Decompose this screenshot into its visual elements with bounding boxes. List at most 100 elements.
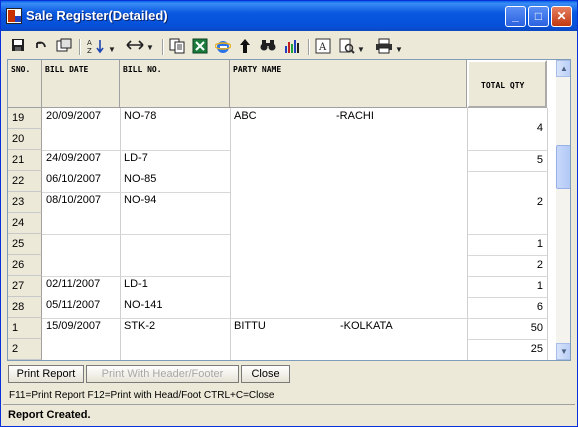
party-city-cell[interactable]: -RACHI xyxy=(336,110,374,122)
row-sno: 25 xyxy=(8,234,42,255)
column-header-sno[interactable]: SNO. xyxy=(8,60,42,108)
row-sno: 28 xyxy=(8,297,42,318)
total-qty-cell[interactable]: 25 xyxy=(467,343,543,355)
row-divider xyxy=(120,234,230,235)
bill-date-cell[interactable]: 06/10/2007 xyxy=(46,173,101,185)
row-sno: 23 xyxy=(8,192,42,213)
bill-no-cell[interactable]: NO-141 xyxy=(124,299,163,311)
row-sno: 22 xyxy=(8,171,42,192)
bill-no-cell[interactable]: LD-7 xyxy=(124,152,148,164)
scroll-up-button[interactable]: ▲ xyxy=(556,60,570,77)
vertical-scrollbar[interactable]: ▲ ▼ xyxy=(556,60,570,360)
row-sno: 20 xyxy=(8,129,42,150)
toolbar-separator xyxy=(308,39,310,55)
row-divider xyxy=(120,192,230,193)
bill-date-cell[interactable]: 08/10/2007 xyxy=(46,194,101,206)
bill-no-cell[interactable]: LD-1 xyxy=(124,278,148,290)
row-divider xyxy=(467,297,547,298)
column-divider xyxy=(547,108,548,360)
binoculars-icon[interactable] xyxy=(259,38,277,56)
bill-date-cell[interactable]: 15/09/2007 xyxy=(46,320,101,332)
svg-text:Z: Z xyxy=(87,47,92,54)
row-sno: 24 xyxy=(8,213,42,234)
total-qty-cell[interactable]: 2 xyxy=(467,196,543,208)
title-bar[interactable]: Sale Register(Detailed) _ □ ✕ xyxy=(1,1,577,31)
internet-explorer-icon[interactable] xyxy=(214,38,232,56)
report-window: Sale Register(Detailed) _ □ ✕ A Z ▼ ▼ A … xyxy=(0,0,578,427)
party-name-cell[interactable]: ABC xyxy=(234,110,257,122)
row-divider xyxy=(42,276,120,277)
row-divider xyxy=(42,192,120,193)
total-qty-cell[interactable]: 2 xyxy=(467,259,543,271)
party-city-cell[interactable]: -KOLKATA xyxy=(340,320,393,332)
row-sno: 2 xyxy=(8,339,42,360)
undo-icon[interactable] xyxy=(32,38,50,56)
row-divider xyxy=(120,318,230,319)
copy-icon[interactable] xyxy=(168,38,186,56)
row-divider xyxy=(42,150,120,151)
column-header-total-qty[interactable]: TOTAL QTY xyxy=(467,60,547,108)
scroll-thumb[interactable] xyxy=(556,145,570,189)
bill-no-cell[interactable]: NO-78 xyxy=(124,110,156,122)
minimize-button[interactable]: _ xyxy=(505,6,526,27)
bill-date-cell[interactable]: 20/09/2007 xyxy=(46,110,101,122)
column-header-party-name[interactable]: PARTY NAME xyxy=(230,60,467,108)
total-qty-cell[interactable]: 1 xyxy=(467,280,543,292)
row-divider xyxy=(467,255,547,256)
row-divider xyxy=(467,318,547,319)
chart-icon[interactable] xyxy=(282,38,302,56)
total-qty-cell[interactable]: 6 xyxy=(467,301,543,313)
total-qty-cell[interactable]: 50 xyxy=(467,322,543,334)
close-window-button[interactable]: ✕ xyxy=(551,6,572,27)
column-width-icon[interactable]: ▼ xyxy=(123,38,157,56)
column-header-bill-no[interactable]: BILL NO. xyxy=(120,60,230,108)
svg-text:A: A xyxy=(318,42,327,53)
row-divider xyxy=(467,234,547,235)
party-name-cell[interactable]: BITTU xyxy=(234,320,266,332)
scroll-down-button[interactable]: ▼ xyxy=(556,343,570,360)
toolbar-separator xyxy=(162,39,164,55)
maximize-button[interactable]: □ xyxy=(528,6,549,27)
window-title: Sale Register(Detailed) xyxy=(26,8,168,23)
up-arrow-icon[interactable] xyxy=(237,38,253,56)
row-sno: 27 xyxy=(8,276,42,297)
bill-no-cell[interactable]: STK-2 xyxy=(124,320,155,332)
row-sno: 26 xyxy=(8,255,42,276)
printer-icon[interactable]: ▼ xyxy=(373,38,405,56)
status-bar: Report Created. xyxy=(3,404,575,425)
bill-no-cell[interactable]: NO-85 xyxy=(124,173,156,185)
report-grid[interactable]: SNO. BILL DATE BILL NO. PARTY NAME TOTAL… xyxy=(7,59,571,361)
excel-icon[interactable] xyxy=(191,38,209,56)
row-sno: 1 xyxy=(8,318,42,339)
row-divider xyxy=(42,234,120,235)
status-text: Report Created. xyxy=(8,409,91,421)
app-icon[interactable] xyxy=(6,8,22,24)
bill-no-cell[interactable]: NO-94 xyxy=(124,194,156,206)
toolbar: A Z ▼ ▼ A ▼ ▼ xyxy=(3,35,575,59)
row-divider xyxy=(120,150,230,151)
toolbar-separator xyxy=(79,39,81,55)
column-header-bill-date[interactable]: BILL DATE xyxy=(42,60,120,108)
print-report-button[interactable]: Print Report xyxy=(8,365,84,383)
row-sno: 21 xyxy=(8,150,42,171)
sort-icon[interactable]: A Z ▼ xyxy=(86,38,116,56)
row-divider xyxy=(467,150,547,151)
save-icon[interactable] xyxy=(9,38,27,56)
column-divider xyxy=(230,108,231,360)
total-qty-cell[interactable]: 4 xyxy=(467,122,543,134)
print-with-header-footer-button[interactable]: Print With Header/Footer xyxy=(86,365,239,383)
shortcut-hint: F11=Print Report F12=Print with Head/Foo… xyxy=(9,390,275,401)
font-icon[interactable]: A xyxy=(314,38,332,56)
row-sno: 19 xyxy=(8,108,42,129)
total-qty-cell[interactable]: 1 xyxy=(467,238,543,250)
bill-date-cell[interactable]: 02/11/2007 xyxy=(46,278,100,290)
bill-date-cell[interactable]: 05/11/2007 xyxy=(46,299,100,311)
print-preview-icon[interactable] xyxy=(55,38,73,56)
row-divider xyxy=(467,339,547,340)
total-qty-cell[interactable]: 5 xyxy=(467,154,543,166)
bill-date-cell[interactable]: 24/09/2007 xyxy=(46,152,101,164)
row-divider xyxy=(120,276,230,277)
svg-text:A: A xyxy=(87,39,92,47)
page-setup-icon[interactable]: ▼ xyxy=(337,38,367,56)
close-button[interactable]: Close xyxy=(241,365,290,383)
